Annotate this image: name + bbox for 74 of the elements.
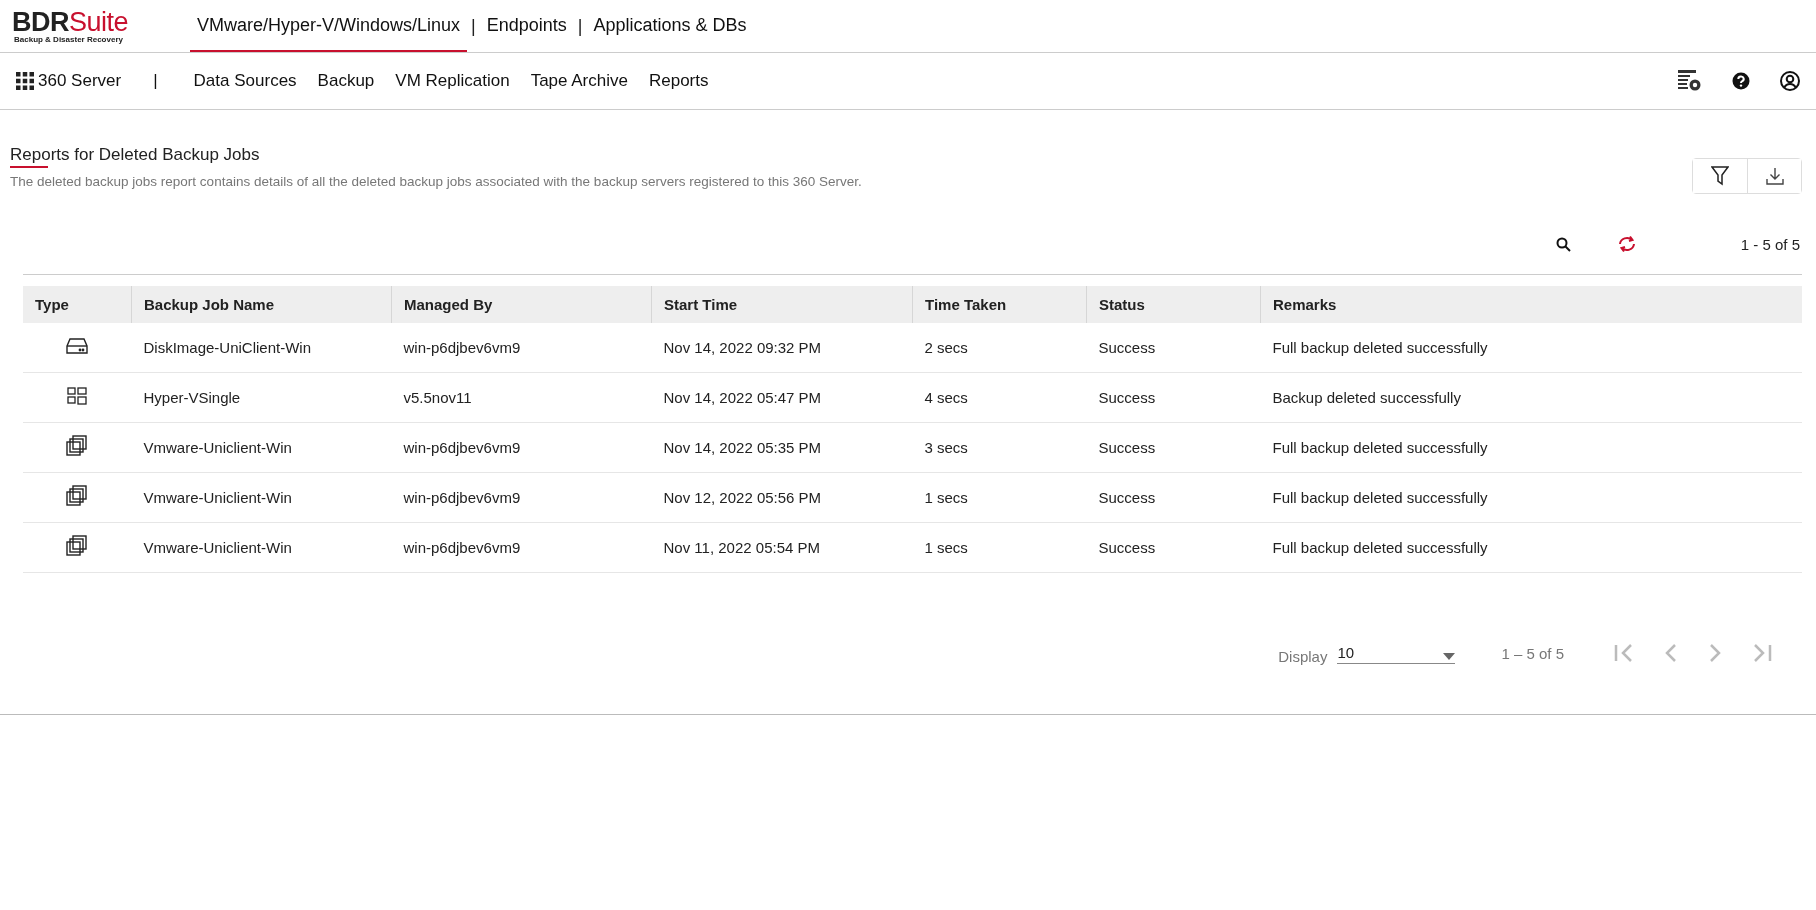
table-cell: Nov 14, 2022 05:47 PM	[651, 372, 913, 423]
table-cell: Full backup deleted successfully	[1260, 472, 1802, 523]
column-header: Managed By	[391, 286, 652, 323]
table-cell: Nov 14, 2022 09:32 PM	[651, 323, 913, 373]
search-icon[interactable]	[1555, 236, 1571, 252]
table-cell: Full backup deleted successfully	[1260, 422, 1802, 473]
table-cell: Nov 12, 2022 05:56 PM	[651, 472, 913, 523]
table-cell: Success	[1086, 422, 1261, 473]
table-cell: win-p6djbev6vm9	[391, 472, 652, 523]
table-cell: Backup deleted successfully	[1260, 372, 1802, 423]
drive-icon	[65, 337, 90, 355]
table-cell: 4 secs	[912, 372, 1087, 423]
stacked-squares-icon	[66, 535, 89, 557]
page-size-value: 10	[1337, 644, 1355, 661]
home-link[interactable]: 360 Server	[16, 71, 122, 91]
table-cell: win-p6djbev6vm9	[391, 522, 652, 573]
page-size-select[interactable]: 10	[1337, 642, 1456, 664]
table-cell: Full backup deleted successfully	[1260, 323, 1802, 373]
product-tab[interactable]: Endpoints	[479, 0, 574, 52]
refresh-icon[interactable]	[1616, 235, 1637, 253]
table-cell: Success	[1086, 323, 1261, 373]
display-label: Display	[1278, 648, 1328, 665]
table-cell: 1 secs	[912, 522, 1087, 573]
product-tab[interactable]: Applications & DBs	[586, 0, 754, 52]
nav-link[interactable]: Backup	[317, 71, 375, 91]
table-cell: win-p6djbev6vm9	[391, 323, 652, 373]
column-header: Start Time	[651, 286, 913, 323]
table-cell: Full backup deleted successfully	[1260, 522, 1802, 573]
table-cell: Vmware-Uniclient-Win	[131, 472, 392, 523]
table-cell: Hyper-VSingle	[131, 372, 392, 423]
table-cell: DiskImage-UniClient-Win	[131, 323, 392, 373]
nav-separator: |	[153, 71, 158, 91]
table-cell: 1 secs	[912, 472, 1087, 523]
nav-link[interactable]: Data Sources	[193, 71, 297, 91]
table-cell: Success	[1086, 372, 1261, 423]
pagination-range: 1 – 5 of 5	[1501, 644, 1564, 662]
table-cell: v5.5nov11	[391, 372, 652, 423]
settings-list-icon[interactable]	[1678, 70, 1702, 92]
tab-separator: |	[576, 14, 584, 38]
table-cell: 2 secs	[912, 323, 1087, 373]
filter-icon	[1711, 166, 1729, 186]
page-title: Reports for Deleted Backup Jobs	[10, 145, 260, 168]
grid-icon	[16, 72, 34, 90]
table-cell: 3 secs	[912, 422, 1087, 473]
table-cell: Success	[1086, 472, 1261, 523]
four-squares-icon	[67, 387, 88, 405]
table-cell: Vmware-Uniclient-Win	[131, 422, 392, 473]
column-header: Remarks	[1260, 286, 1802, 323]
table-cell: win-p6djbev6vm9	[391, 422, 652, 473]
stacked-squares-icon	[66, 435, 89, 457]
table-cell: Nov 11, 2022 05:54 PM	[651, 522, 913, 573]
nav-link[interactable]: Reports	[648, 71, 709, 91]
page-description: The deleted backup jobs report contains details of all the deleted backup jobs associated with the backup servers registered to this 360 Server.	[10, 174, 862, 189]
user-icon[interactable]	[1780, 71, 1800, 91]
column-header: Type	[23, 286, 132, 323]
table-cell: Nov 14, 2022 05:35 PM	[651, 422, 913, 473]
table-cell: Vmware-Uniclient-Win	[131, 522, 392, 573]
column-header: Status	[1086, 286, 1261, 323]
download-icon	[1765, 167, 1784, 185]
logo-tagline: Backup & Disaster Recovery	[14, 34, 124, 44]
nav-link[interactable]: Tape Archive	[530, 71, 628, 91]
help-icon[interactable]	[1732, 72, 1750, 90]
product-tab[interactable]: VMware/Hyper-V/Windows/Linux	[190, 0, 468, 52]
download-button[interactable]	[1747, 159, 1801, 193]
stacked-squares-icon	[66, 485, 89, 507]
caret-icon	[1443, 653, 1456, 661]
brand-logo: BDRSuite	[12, 8, 130, 35]
record-range: 1 - 5 of 5	[1740, 235, 1801, 253]
nav-link[interactable]: VM Replication	[395, 71, 510, 91]
tab-separator: |	[470, 14, 477, 38]
column-header: Backup Job Name	[131, 286, 392, 323]
home-label: 360 Server	[38, 71, 122, 91]
table-cell: Success	[1086, 522, 1261, 573]
column-header: Time Taken	[912, 286, 1087, 323]
